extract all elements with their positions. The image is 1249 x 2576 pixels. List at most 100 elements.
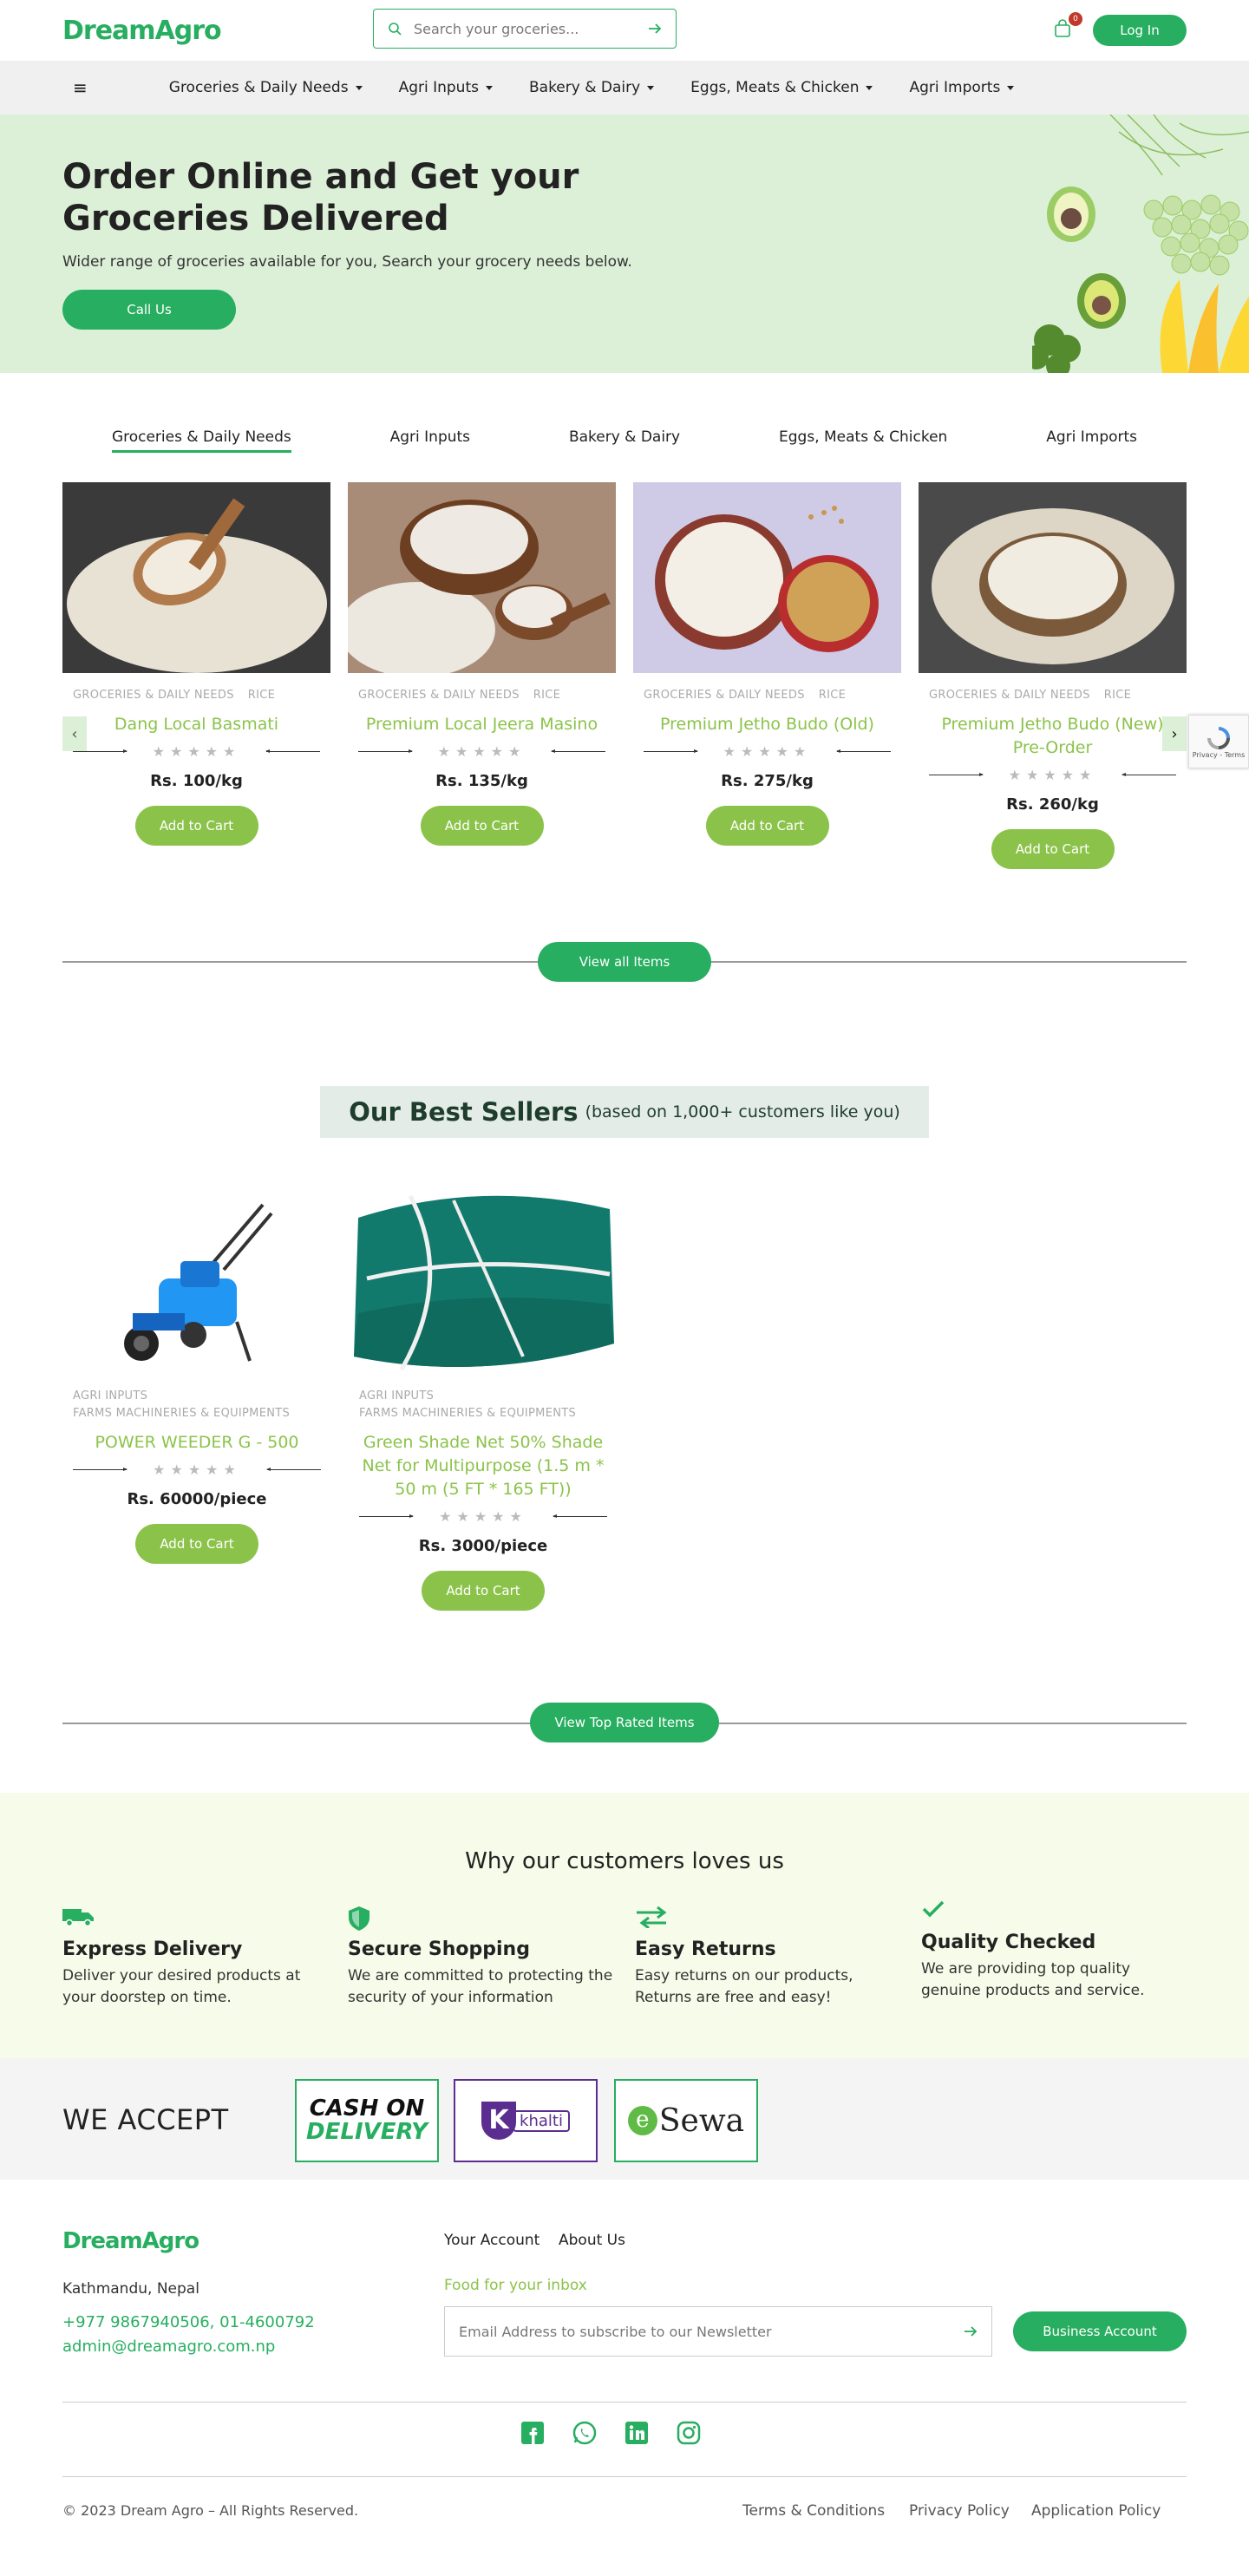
category-tag[interactable]: RICE	[819, 689, 846, 702]
add-to-cart-button[interactable]: Add to Cart	[420, 806, 544, 846]
newsletter-email-input[interactable]: Email Address to subscribe to our Newsle…	[459, 2324, 964, 2340]
product-name[interactable]: Premium Jetho Budo (New) Pre-Order	[919, 713, 1187, 760]
feature-text: Deliver your desired products at your do…	[62, 1967, 301, 2006]
footer-link-your-account[interactable]: Your Account	[444, 2232, 539, 2249]
caret-down-icon	[647, 85, 655, 90]
rating-row: ★★★★★	[349, 1508, 618, 1525]
product-image[interactable]	[633, 482, 901, 673]
add-to-cart-button[interactable]: Add to Cart	[422, 1571, 545, 1611]
carousel-prev-icon[interactable]: ‹	[62, 716, 87, 751]
nav-item-label: Agri Imports	[909, 79, 1001, 96]
category-tag[interactable]: RICE	[1104, 689, 1131, 702]
search-submit-arrow-icon[interactable]	[648, 23, 662, 35]
product-name[interactable]: Dang Local Basmati	[62, 713, 330, 736]
footer-link-about-us[interactable]: About Us	[559, 2232, 625, 2249]
search-input[interactable]: Search your groceries...	[414, 21, 648, 37]
product-name[interactable]: POWER WEEDER G - 500	[62, 1431, 331, 1455]
category-tag[interactable]: AGRI INPUTS	[359, 1388, 607, 1405]
footer-divider	[62, 2476, 1187, 2477]
hero-banner: Order Online and Get your Groceries Deli…	[0, 114, 1249, 373]
product-image[interactable]	[349, 1183, 618, 1374]
product-image[interactable]	[339, 482, 616, 677]
product-price: Rs. 260/kg	[1006, 795, 1099, 814]
product-image[interactable]	[62, 1183, 331, 1374]
newsletter-submit-arrow-icon[interactable]	[964, 2325, 978, 2337]
rating-row: ★★★★★	[633, 743, 901, 760]
divider-arrow	[73, 1468, 128, 1471]
category-tag[interactable]: RICE	[248, 689, 275, 702]
add-to-cart-button[interactable]: Add to Cart	[134, 806, 258, 846]
star-rating-icons: ★★★★★	[439, 1508, 527, 1525]
carousel-next-icon[interactable]: ›	[1162, 716, 1187, 751]
why-us-title: Why our customers loves us	[465, 1848, 784, 1874]
product-categories: GROCERIES & DAILY NEEDS RICE	[348, 677, 616, 704]
feature-title: Quality Checked	[921, 1932, 1096, 1953]
footer-email[interactable]: admin@dreamagro.com.np	[62, 2337, 275, 2356]
category-tag[interactable]: GROCERIES & DAILY NEEDS	[644, 689, 805, 702]
nav-item-groceries[interactable]: Groceries & Daily Needs	[169, 79, 363, 96]
category-tabs: Groceries & Daily Needs Agri Inputs Bake…	[62, 428, 1187, 453]
category-tag[interactable]: AGRI INPUTS	[73, 1388, 321, 1405]
add-to-cart-button[interactable]: Add to Cart	[991, 829, 1115, 869]
site-footer: Dream Agro Kathmandu, Nepal +977 9867940…	[0, 2180, 1249, 2576]
nav-item-agri-inputs[interactable]: Agri Inputs	[399, 79, 493, 96]
product-categories: GROCERIES & DAILY NEEDS RICE	[633, 677, 901, 704]
tab-eggs-meats[interactable]: Eggs, Meats & Chicken	[779, 428, 947, 453]
category-tag[interactable]: GROCERIES & DAILY NEEDS	[929, 689, 1090, 702]
facebook-icon[interactable]	[520, 2421, 545, 2445]
recaptcha-badge[interactable]: Privacy - Terms	[1188, 715, 1249, 768]
nav-item-bakery-dairy[interactable]: Bakery & Dairy	[529, 79, 655, 96]
product-image[interactable]	[919, 482, 1187, 673]
tab-groceries[interactable]: Groceries & Daily Needs	[111, 428, 291, 453]
view-all-items-button[interactable]: View all Items	[538, 942, 711, 982]
category-tag[interactable]: GROCERIES & DAILY NEEDS	[73, 689, 234, 702]
feature-express-delivery: Express Delivery Deliver your desired pr…	[62, 1906, 331, 2009]
call-us-button[interactable]: Call Us	[62, 290, 236, 330]
product-carousel: GROCERIES & DAILY NEEDS RICE Dang Local B…	[62, 482, 1187, 869]
nav-item-eggs-meats[interactable]: Eggs, Meats & Chicken	[690, 79, 873, 96]
nav-item-agri-imports[interactable]: Agri Imports	[909, 79, 1015, 96]
tab-bakery-dairy[interactable]: Bakery & Dairy	[569, 428, 680, 453]
footer-logo[interactable]: Dream Agro	[62, 2228, 199, 2254]
add-to-cart-button[interactable]: Add to Cart	[705, 806, 829, 846]
instagram-icon[interactable]	[677, 2421, 701, 2445]
caret-down-icon	[866, 85, 873, 90]
tab-agri-imports[interactable]: Agri Imports	[1046, 428, 1137, 453]
whatsapp-icon[interactable]	[572, 2421, 597, 2445]
product-name[interactable]: Premium Local Jeera Masino	[348, 713, 616, 736]
logo-text-agro: Agro	[154, 15, 222, 46]
product-image[interactable]	[62, 482, 330, 673]
category-tag[interactable]: RICE	[533, 689, 560, 702]
category-tag[interactable]: FARMS MACHINERIES & EQUIPMENTS	[359, 1405, 607, 1422]
feature-title: Secure Shopping	[348, 1939, 530, 1960]
footer-phone[interactable]: +977 9867940506, 01-4600792	[62, 2313, 315, 2331]
category-tag[interactable]: GROCERIES & DAILY NEEDS	[358, 689, 520, 702]
privacy-policy-link[interactable]: Privacy Policy	[909, 2502, 1010, 2520]
add-to-cart-button[interactable]: Add to Cart	[135, 1524, 258, 1564]
rating-row: ★★★★★	[919, 767, 1187, 783]
product-name[interactable]: Premium Jetho Budo (Old)	[633, 713, 901, 736]
terms-link[interactable]: Terms & Conditions	[742, 2502, 885, 2520]
rating-row: ★★★★★	[348, 743, 616, 760]
business-account-button[interactable]: Business Account	[1013, 2311, 1187, 2351]
copyright-text: © 2023 Dream Agro – All Rights Reserved.	[62, 2502, 359, 2519]
product-card: GROCERIES & DAILY NEEDS RICE Dang Local B…	[62, 482, 330, 869]
category-tag[interactable]: FARMS MACHINERIES & EQUIPMENTS	[73, 1405, 321, 1422]
login-button[interactable]: Log In	[1093, 15, 1187, 46]
site-logo[interactable]: Dream Agro	[62, 15, 222, 46]
tab-agri-inputs[interactable]: Agri Inputs	[390, 428, 470, 453]
we-accept-title: WE ACCEPT	[62, 2103, 229, 2136]
product-name[interactable]: Green Shade Net 50% Shade Net for Multip…	[349, 1431, 618, 1501]
search-box[interactable]: Search your groceries...	[373, 9, 677, 49]
application-policy-link[interactable]: Application Policy	[1031, 2502, 1161, 2520]
rating-row: ★★★★★	[62, 1461, 331, 1478]
product-card: GROCERIES & DAILY NEEDS RICE Premium Jeth…	[919, 482, 1187, 869]
product-card: AGRI INPUTS FARMS MACHINERIES & EQUIPMENT…	[62, 1183, 331, 1611]
divider-arrow	[266, 1468, 321, 1471]
cart-button[interactable]: 0	[1053, 12, 1082, 40]
linkedin-icon[interactable]	[624, 2421, 649, 2445]
hamburger-menu-icon[interactable]: ≡	[73, 77, 88, 98]
star-rating-icons: ★★★★★	[1008, 767, 1097, 783]
view-top-rated-button[interactable]: View Top Rated Items	[530, 1703, 719, 1742]
divider-arrow	[551, 749, 605, 753]
